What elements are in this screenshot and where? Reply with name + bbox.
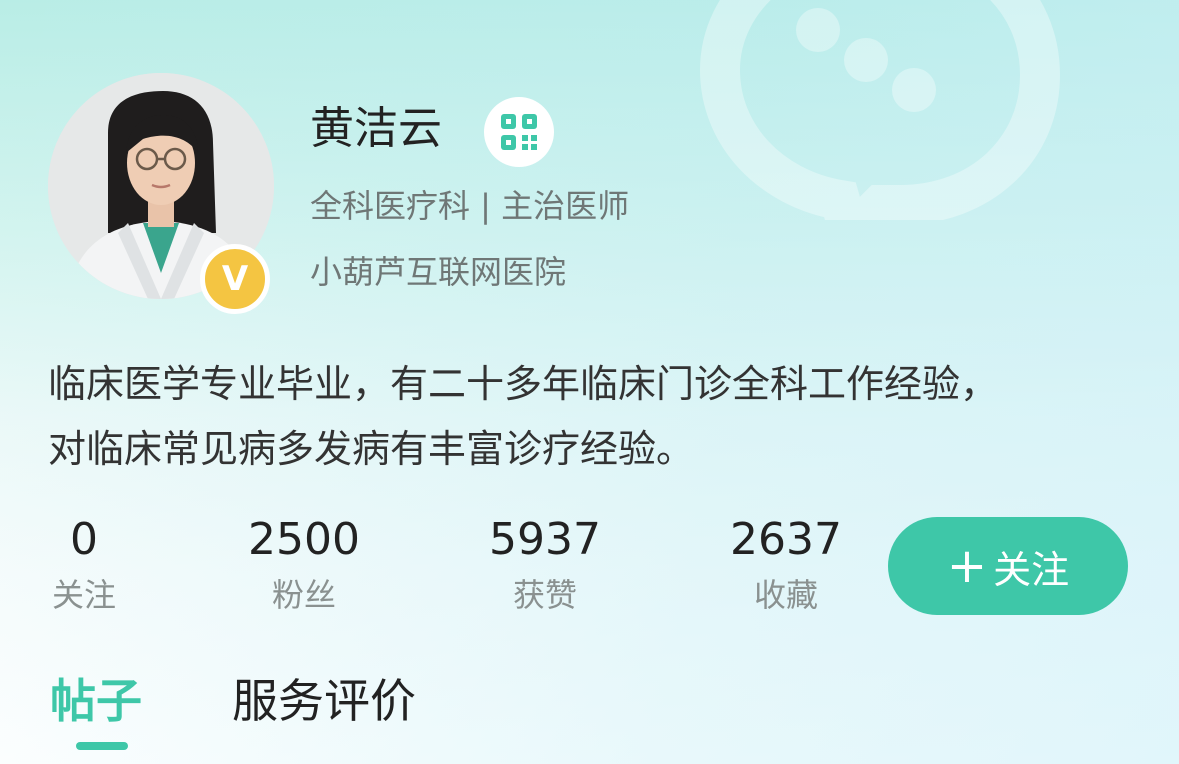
stat-favorites-value: 2637	[730, 514, 842, 565]
stat-favorites[interactable]: 2637 收藏	[716, 515, 856, 615]
tab-posts[interactable]: 帖子	[50, 670, 142, 732]
stat-fans-label: 粉丝	[271, 576, 336, 614]
stat-likes-value: 5937	[489, 514, 601, 565]
verified-v-icon: V	[200, 244, 270, 314]
chat-bubble-icon	[700, 0, 1060, 220]
tab-service-reviews[interactable]: 服务评价	[232, 670, 416, 732]
doctor-name: 黄洁云	[310, 103, 442, 154]
stat-fans-value: 2500	[248, 514, 360, 565]
qr-code-icon	[501, 114, 537, 150]
doctor-department-title: 全科医疗科 | 主治医师	[310, 187, 630, 225]
bio-line: 对临床常见病多发病有丰富诊疗经验。	[48, 427, 695, 471]
follow-button-label: 关注	[993, 547, 1070, 592]
stat-following[interactable]: 0 关注	[44, 515, 124, 615]
verified-badge-text: V	[221, 259, 249, 299]
stat-following-value: 0	[70, 514, 98, 565]
follow-button[interactable]: + 关注	[888, 517, 1128, 615]
stat-following-label: 关注	[51, 576, 116, 614]
stat-favorites-label: 收藏	[753, 576, 818, 614]
active-tab-indicator	[76, 742, 128, 750]
stat-fans[interactable]: 2500 粉丝	[234, 515, 374, 615]
doctor-bio: 临床医学专业毕业，有二十多年临床门诊全科工作经验， 对临床常见病多发病有丰富诊疗…	[48, 352, 1138, 482]
plus-icon: +	[946, 538, 988, 594]
bio-line: 临床医学专业毕业，有二十多年临床门诊全科工作经验，	[48, 362, 999, 406]
stat-likes-label: 获赞	[512, 576, 577, 614]
qr-code-button[interactable]	[484, 97, 554, 167]
doctor-hospital: 小葫芦互联网医院	[310, 253, 567, 291]
stat-likes[interactable]: 5937 获赞	[475, 515, 615, 615]
